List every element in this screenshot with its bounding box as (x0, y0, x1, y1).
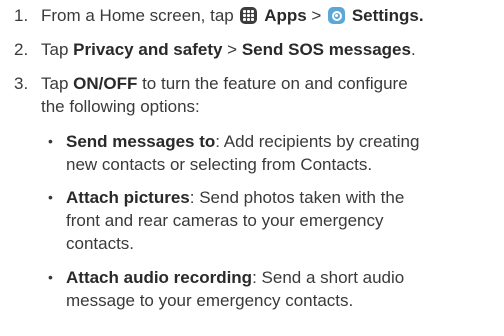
option-line1: : Add recipients by creating (215, 132, 420, 151)
option-title: Attach audio recording (66, 268, 253, 287)
step-text-lead: From a Home screen, tap (41, 6, 239, 25)
step-number: 1. (14, 6, 29, 25)
settings-label: Settings. (351, 6, 424, 25)
settings-gear-icon (328, 7, 346, 24)
step-text-lead: Tap (41, 40, 74, 59)
option-text: Attach audio recording: Send a short aud… (66, 266, 502, 312)
bullet-dot: • (48, 189, 53, 205)
option-line1: : Send a short audio (252, 268, 405, 287)
instructions-document: 1. From a Home screen, tap Apps > Settin… (0, 0, 504, 336)
step-number: 3. (14, 74, 29, 93)
option-title: Send messages to (66, 132, 216, 151)
option-line2: front and rear cameras to your emergency (66, 211, 384, 230)
option-line3: contacts. (66, 234, 135, 253)
option-title: Attach pictures (66, 188, 190, 207)
step-text: Tap ON/OFF to turn the feature on and co… (41, 72, 501, 118)
option-line2: message to your emergency contacts. (66, 291, 354, 310)
separator: > (306, 6, 327, 25)
bullet-dot: • (48, 133, 53, 149)
option-text: Attach pictures: Send photos taken with … (66, 186, 502, 255)
step-number: 2. (14, 40, 29, 59)
option-line1: : Send photos taken with the (189, 188, 405, 207)
step-text-line2: the following options: (41, 97, 200, 116)
apps-grid-icon (240, 7, 258, 24)
send-sos-messages-label: Send SOS messages (241, 40, 411, 59)
on-off-label: ON/OFF (73, 74, 138, 93)
separator: > (222, 40, 242, 59)
privacy-and-safety-label: Privacy and safety (73, 40, 223, 59)
option-line2: new contacts or selecting from Contacts. (66, 155, 373, 174)
step-text-end: . (410, 40, 416, 59)
step-text: From a Home screen, tap Apps > Settings. (41, 4, 501, 27)
apps-label: Apps (264, 6, 307, 25)
step-text-lead: Tap (41, 74, 74, 93)
bullet-dot: • (48, 269, 53, 285)
option-text: Send messages to: Add recipients by crea… (66, 130, 502, 176)
step-text: Tap Privacy and safety > Send SOS messag… (41, 38, 501, 61)
step-text-tail: to turn the feature on and configure (137, 74, 408, 93)
